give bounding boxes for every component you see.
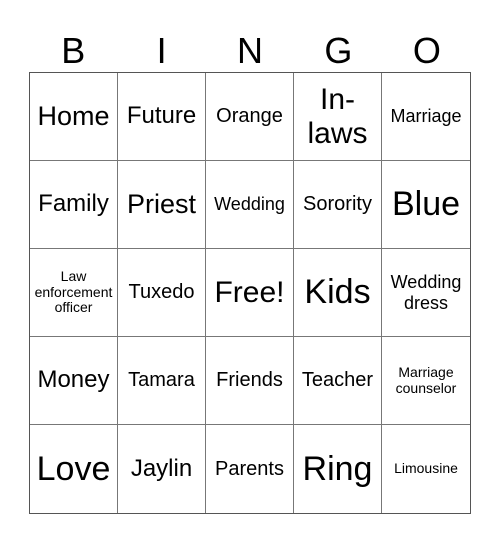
bingo-cell[interactable]: Tamara xyxy=(118,337,206,425)
bingo-cell[interactable]: Limousine xyxy=(382,425,470,513)
bingo-cell[interactable]: Future xyxy=(118,73,206,161)
bingo-cell[interactable]: Kids xyxy=(294,249,382,337)
bingo-cell[interactable]: Priest xyxy=(118,161,206,249)
header-letter-b: B xyxy=(61,30,86,71)
bingo-cell[interactable]: Marriage counselor xyxy=(382,337,470,425)
bingo-cell[interactable]: Wedding xyxy=(206,161,294,249)
bingo-cell[interactable]: Parents xyxy=(206,425,294,513)
header-letter-n: N xyxy=(237,30,264,71)
bingo-cell[interactable]: Law enforcement officer xyxy=(30,249,118,337)
bingo-cell[interactable]: Home xyxy=(30,73,118,161)
bingo-cell[interactable]: In-laws xyxy=(294,73,382,161)
bingo-cell[interactable]: Ring xyxy=(294,425,382,513)
free-space-cell[interactable]: Free! xyxy=(206,249,294,337)
bingo-cell[interactable]: Marriage xyxy=(382,73,470,161)
bingo-cell[interactable]: Sorority xyxy=(294,161,382,249)
bingo-cell[interactable]: Friends xyxy=(206,337,294,425)
bingo-cell[interactable]: Teacher xyxy=(294,337,382,425)
bingo-cell[interactable]: Tuxedo xyxy=(118,249,206,337)
header-letter-o: O xyxy=(412,30,441,71)
bingo-cell[interactable]: Love xyxy=(30,425,118,513)
bingo-cell[interactable]: Family xyxy=(30,161,118,249)
bingo-cell[interactable]: Jaylin xyxy=(118,425,206,513)
bingo-cell[interactable]: Wedding dress xyxy=(382,249,470,337)
bingo-grid: Home Future Orange In-laws Marriage Fami… xyxy=(29,72,471,514)
bingo-cell[interactable]: Money xyxy=(30,337,118,425)
header-letter-i: I xyxy=(156,30,167,71)
header-letter-g: G xyxy=(324,30,353,71)
bingo-header: B I N G O xyxy=(29,30,471,72)
bingo-cell[interactable]: Orange xyxy=(206,73,294,161)
bingo-cell[interactable]: Blue xyxy=(382,161,470,249)
